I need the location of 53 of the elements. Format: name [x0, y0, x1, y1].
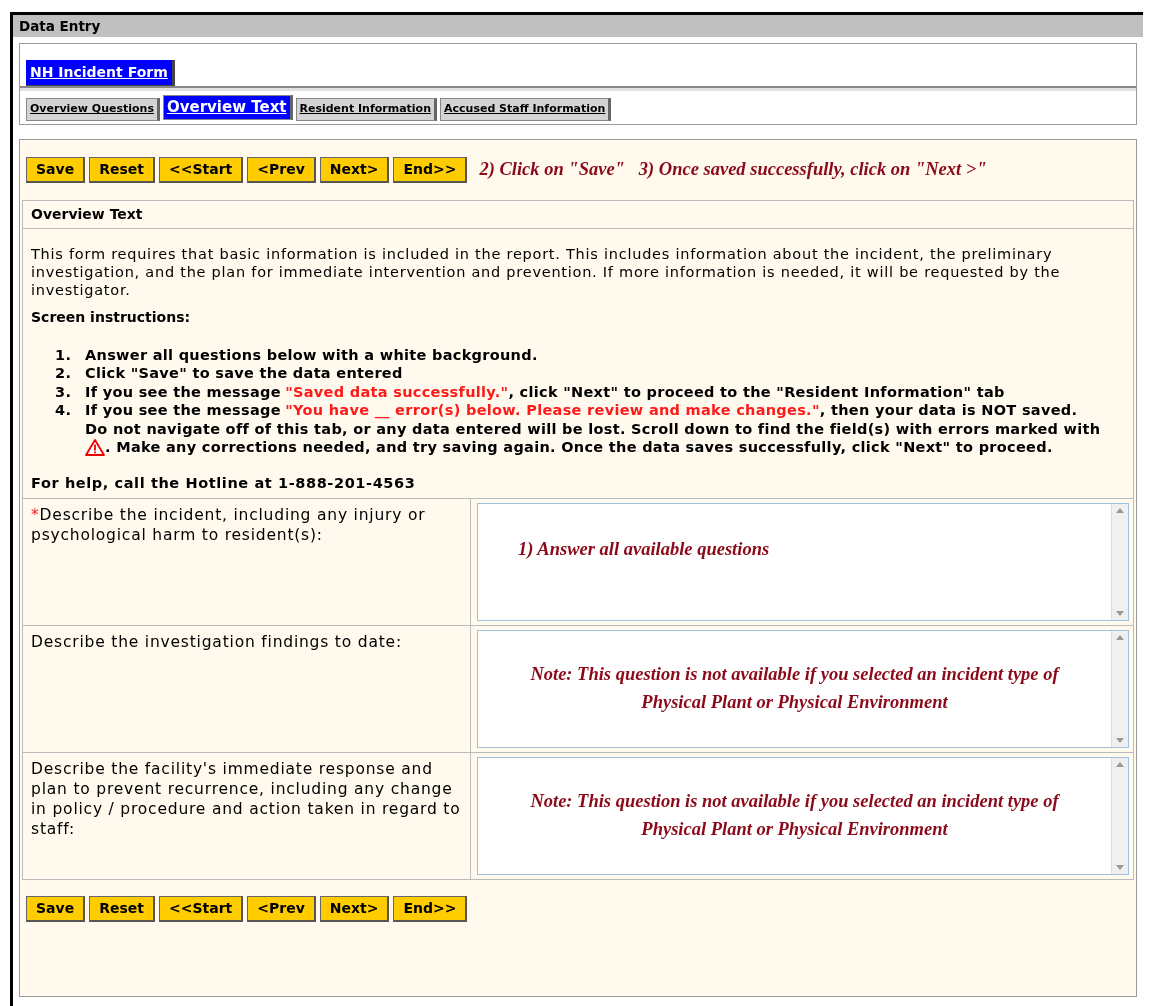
- section-tab[interactable]: Overview Text: [162, 95, 293, 120]
- nav-button[interactable]: Next>: [319, 156, 390, 183]
- panel-title: Data Entry: [13, 15, 1143, 38]
- alert-text: "Saved data successfully.": [285, 382, 509, 401]
- text-area[interactable]: 1) Answer all available questions: [477, 503, 1129, 622]
- question-label: Describe the facility's immediate response and plan to prevent recurrence, including any change in policy / procedure and action taken in regard to staff:: [23, 753, 471, 880]
- help-text: For help, call the Hotline at 1-888-201-4563: [31, 474, 416, 491]
- question-label: Describe the investigation findings to date:: [23, 626, 471, 753]
- text-area[interactable]: Note: This question is not available if you selected an incident type of Physical Plant or Physical Environment: [477, 757, 1129, 876]
- instruction-text: . Make any corrections needed, and try saving again. Once the data saves successfully, click "Next" to proceed.: [105, 438, 1053, 457]
- instructions-heading: Screen instructions:: [31, 307, 192, 327]
- form-tab[interactable]: NH Incident Form: [26, 60, 175, 87]
- list-number: 2.: [55, 364, 73, 383]
- annotation-text: 2) Click on "Save" 3) Once saved successfully, click on "Next >": [479, 157, 987, 181]
- scroll-down-icon[interactable]: [1116, 865, 1124, 871]
- nav-button[interactable]: <Prev: [247, 156, 316, 183]
- scroll-up-icon[interactable]: [1116, 508, 1124, 514]
- nav-button[interactable]: End>>: [393, 896, 468, 923]
- list-number: 4.: [55, 401, 73, 420]
- section-title: Overview Text: [22, 199, 1134, 228]
- instruction-text: , click "Next" to proceed to the "Resident Information" tab: [508, 382, 1005, 401]
- intro-text: This form requires that basic information is included in the report. This includes information about the incident, the preliminary investigation, and the plan for immediate intervention and prevention. If more information is needed, it will be requested by the investigator.: [31, 244, 1062, 299]
- instruction-text: , then your data is NOT saved.: [819, 401, 1078, 420]
- instruction-text: Do not navigate off of this tab, or any data entered will be lost. Scroll down to find the field(s) with errors marked with: [85, 419, 1101, 438]
- instruction-text: Click "Save" to save the data entered: [85, 364, 403, 383]
- section-tab[interactable]: Accused Staff Information: [440, 98, 612, 121]
- nav-button[interactable]: <<Start: [158, 896, 244, 923]
- warning-icon: [85, 438, 105, 456]
- list-number: 1.: [55, 345, 73, 364]
- scroll-down-icon[interactable]: [1116, 611, 1124, 617]
- annotation-text: Note: This question is not available if you selected an incident type of Physical Plant or Physical Environment: [529, 790, 1061, 841]
- question-label: *Describe the incident, including any injury or psychological harm to resident(s):: [23, 499, 471, 626]
- nav-button[interactable]: Save: [26, 156, 86, 183]
- instruction-text: If you see the message: [85, 401, 281, 420]
- scroll-up-icon[interactable]: [1116, 762, 1124, 768]
- scroll-up-icon[interactable]: [1116, 635, 1124, 641]
- instruction-text: If you see the message: [85, 382, 281, 401]
- alert-text: "You have __ error(s) below. Please review and make changes.": [285, 401, 820, 420]
- nav-button[interactable]: Next>: [319, 896, 390, 923]
- list-number: 3.: [55, 382, 73, 401]
- nav-button[interactable]: <<Start: [158, 156, 244, 183]
- section-tab[interactable]: Overview Questions: [26, 98, 160, 121]
- instruction-text: Answer all questions below with a white background.: [85, 345, 538, 364]
- nav-button[interactable]: Reset: [89, 896, 155, 923]
- annotation-text: Note: This question is not available if you selected an incident type of Physical Plant or Physical Environment: [529, 663, 1061, 714]
- text-area[interactable]: Note: This question is not available if you selected an incident type of Physical Plant or Physical Environment: [477, 630, 1129, 749]
- scroll-down-icon[interactable]: [1116, 738, 1124, 744]
- nav-button[interactable]: End>>: [393, 156, 468, 183]
- nav-button[interactable]: Save: [26, 896, 86, 923]
- annotation-text: 1) Answer all available questions: [518, 539, 770, 560]
- nav-button[interactable]: <Prev: [247, 896, 316, 923]
- nav-button[interactable]: Reset: [89, 156, 155, 183]
- section-tab[interactable]: Resident Information: [295, 98, 437, 121]
